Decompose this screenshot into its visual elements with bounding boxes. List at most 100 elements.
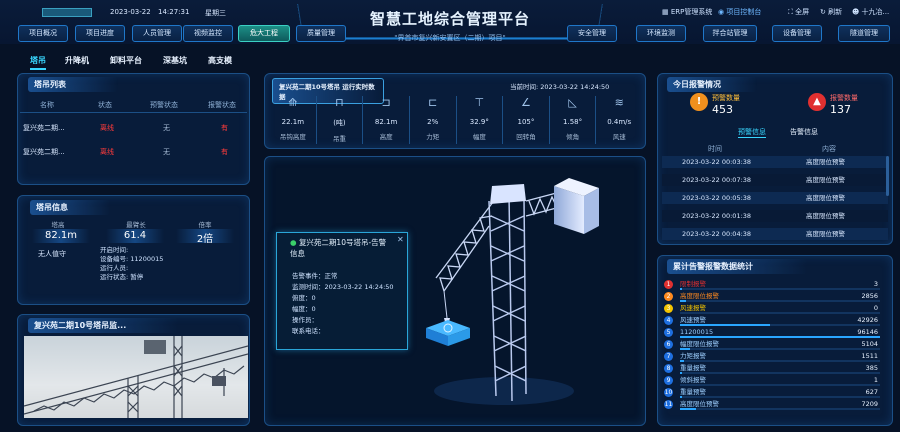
metric-load: ⊓ (吨) 吊重 [317, 96, 364, 144]
stats-title: 累计告警报警数据统计 [667, 259, 807, 274]
alarm-count-label: 报警数量 [830, 94, 858, 102]
rank-badge: 6 [664, 340, 673, 349]
col-status: 状态 [98, 101, 112, 109]
nav-video[interactable]: 视频监控 [183, 25, 233, 42]
detail-key: 运行状态: [100, 273, 129, 281]
moment-icon: ⊏ [428, 96, 438, 109]
refresh-button[interactable]: ↻ 刷新 [820, 7, 842, 17]
col-content: 内容 [822, 145, 836, 153]
list-item[interactable]: 2023-03-22 00:04:38 高度限位预警 [662, 228, 888, 240]
user-menu[interactable]: ☻ 十九冶... [852, 7, 889, 17]
refresh-icon: ↻ [820, 8, 829, 16]
stat-bar-track [680, 347, 880, 350]
stat-bar-fill [680, 323, 770, 326]
nav-personnel[interactable]: 人员管理 [132, 25, 182, 42]
nav-safety[interactable]: 安全管理 [567, 25, 617, 42]
stats-row: 2 高度限位报警 2856 [664, 291, 884, 302]
control-link[interactable]: ◉ 项目控制台 [718, 7, 761, 17]
tab-elevator[interactable]: 升降机 [65, 55, 89, 66]
rank-badge: 5 [664, 328, 673, 337]
rank-badge: 3 [664, 304, 673, 313]
tilt-icon: ◺ [568, 96, 577, 109]
crane-list-title: 塔吊列表 [28, 77, 118, 92]
stat-bar-fill [680, 347, 690, 350]
nav-tunnel[interactable]: 隧道管理 [838, 25, 890, 42]
rotation-angle-icon: ∠ [521, 96, 531, 109]
crane-photo [24, 336, 248, 418]
wind-icon: ≋ [614, 96, 624, 109]
header-date: 2023-03-22 [110, 8, 151, 16]
col-warning: 预警状态 [150, 101, 178, 109]
rank-badge: 7 [664, 352, 673, 361]
popup-body: 告警事件：正常 监测时间：2023-03-22 14:24:50 俯度：0 幅度… [292, 272, 394, 335]
table-row[interactable]: 复兴苑二期... 离线 无 有 [20, 118, 247, 140]
rank-badge: 4 [664, 316, 673, 325]
erp-link[interactable]: ▦ ERP管理系统 [662, 7, 712, 17]
row-warning: 无 [163, 148, 170, 156]
scrollbar[interactable] [886, 156, 889, 196]
arm-length-value: 61.4 [123, 230, 147, 241]
realtime-metrics: ⟰ 22.1m 吊钩高度 ⊓ (吨) 吊重 ⊐ 82.1m 高度 ⊏ 2% 力矩 ⊤ 32.9° 幅… [270, 96, 642, 144]
nav-project-progress[interactable]: 项目进度 [75, 25, 125, 42]
list-item[interactable]: 2023-03-22 00:05:38 高度限位预警 [662, 192, 888, 204]
tab-high-formwork[interactable]: 高支模 [208, 55, 232, 66]
tab-warning-info[interactable]: 预警信息 [738, 127, 766, 138]
header-weekday: 星期三 [205, 9, 226, 17]
row-alarm: 有 [221, 124, 228, 132]
nav-environment[interactable]: 环境监测 [636, 25, 686, 42]
nav-mixing-station[interactable]: 拌合站管理 [703, 25, 757, 42]
list-item[interactable]: 2023-03-22 00:03:38 高度限位预警 [662, 156, 888, 168]
warning-count: 453 [712, 103, 733, 116]
stats-row: 3 风速报警 0 [664, 303, 884, 314]
tab-tower-crane[interactable]: 塔吊 [30, 55, 46, 70]
nav-quality[interactable]: 质量管理 [296, 25, 346, 42]
stat-bar-fill [680, 359, 684, 362]
stats-row: 9 倾斜报警 1 [664, 375, 884, 386]
ratio-value: 2倍 [196, 234, 214, 245]
row-status: 离线 [100, 148, 114, 156]
check-icon: ● [290, 238, 299, 247]
detail-value: 暂停 [130, 273, 144, 281]
stat-bar-track [680, 395, 880, 398]
metric-rotation: ∠ 105° 回转角 [503, 96, 550, 144]
stats-row: 7 力矩报警 1511 [664, 351, 884, 362]
stats-row: 10 重量预警 627 [664, 387, 884, 398]
warning-count-label: 预警数量 [712, 94, 740, 102]
close-icon[interactable]: ✕ [397, 235, 404, 244]
fullscreen-button[interactable]: ⛶ 全屏 [788, 7, 809, 17]
tab-deep-pit[interactable]: 深基坑 [163, 55, 187, 66]
logo [42, 8, 92, 17]
list-item[interactable]: 2023-03-22 00:01:38 高度限位预警 [662, 210, 888, 222]
metric-moment: ⊏ 2% 力矩 [410, 96, 457, 144]
tab-alarm-info[interactable]: 告警信息 [790, 127, 818, 137]
divider [20, 112, 247, 113]
alarm-list: 2023-03-22 00:03:38 高度限位预警 2023-03-22 00:… [662, 156, 888, 240]
nav-equipment[interactable]: 设备管理 [772, 25, 822, 42]
video-title: 复兴苑二期10号塔吊监... [28, 318, 178, 333]
tower-height-value: 82.1m [44, 230, 77, 241]
stat-bar-track [680, 407, 880, 410]
col-alarm: 报警状态 [208, 101, 236, 109]
user-icon: ☻ [852, 8, 862, 16]
detail-value: 11200015 [130, 255, 164, 263]
rank-badge: 1 [664, 280, 673, 289]
tower-height-label: 塔高 [51, 221, 65, 229]
alarm-icon: ▲ [808, 93, 826, 111]
table-row[interactable]: 复兴苑二期... 离线 无 有 [20, 142, 247, 164]
stat-bar-fill [680, 371, 682, 374]
tab-unloading-platform[interactable]: 卸料平台 [110, 55, 142, 66]
current-time: 当前时间: 2023-03-22 14:24:50 [510, 83, 610, 91]
stat-bar-track [680, 383, 880, 386]
rank-badge: 11 [664, 400, 673, 409]
nav-dangerous-works[interactable]: 危大工程 [238, 25, 290, 42]
nav-project-overview[interactable]: 项目概况 [18, 25, 68, 42]
warning-icon: ! [690, 93, 708, 111]
stats-row: 11 高度限位预警 7209 [664, 399, 884, 410]
metric-wind: ≋ 0.4m/s 风速 [596, 96, 642, 144]
stats-row: 6 幅度限位报警 5104 [664, 339, 884, 350]
stat-bar-track [680, 311, 880, 314]
video-feed[interactable] [24, 336, 248, 418]
page-title: 智慧工地综合管理平台 [369, 10, 530, 28]
list-item[interactable]: 2023-03-22 00:07:38 高度限位预警 [662, 174, 888, 186]
stat-bar-fill [680, 335, 880, 338]
